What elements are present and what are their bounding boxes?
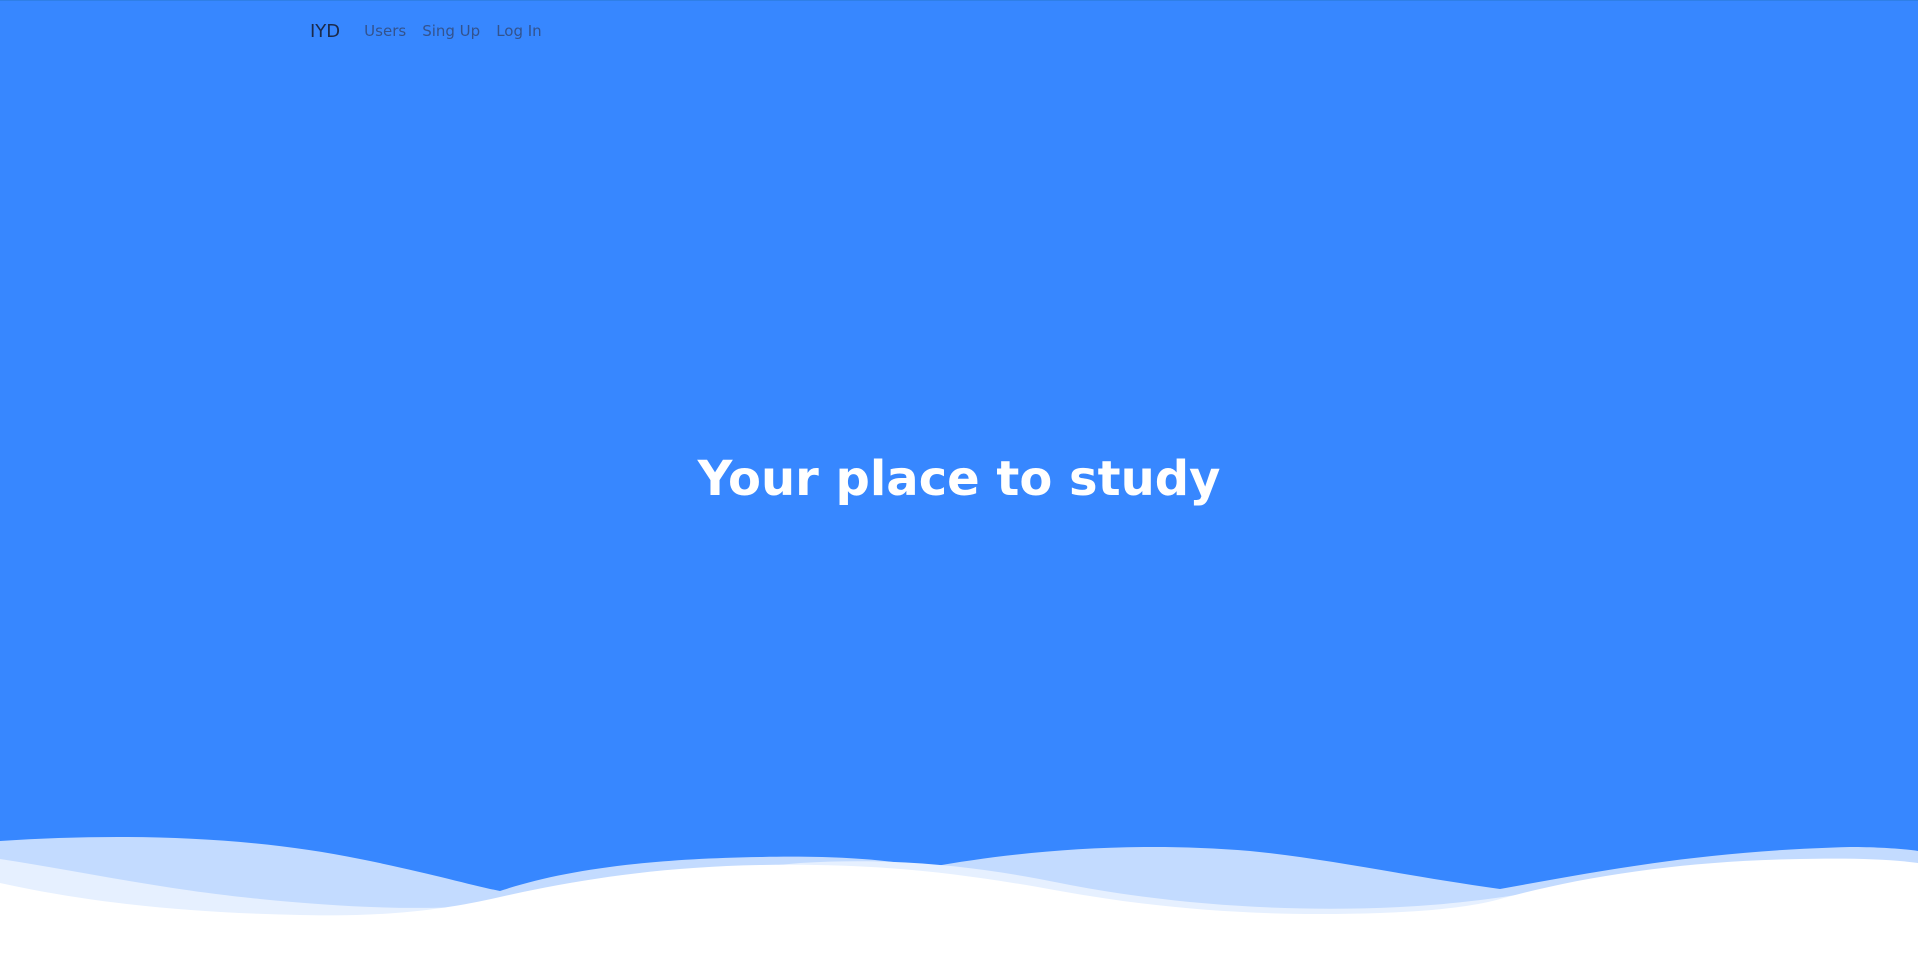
hero-headline: Your place to study [697, 451, 1221, 507]
nav-link-users[interactable]: Users [364, 22, 406, 40]
nav-link-log-in[interactable]: Log In [496, 22, 542, 40]
landing-page: IYD Users Sing Up Log In Your place to s… [0, 0, 1918, 954]
nav-link-sign-up[interactable]: Sing Up [422, 22, 480, 40]
decorative-waves [0, 837, 1918, 954]
brand-logo-link[interactable]: IYD [310, 21, 340, 42]
hero-section: IYD Users Sing Up Log In Your place to s… [0, 0, 1918, 954]
top-navbar: IYD Users Sing Up Log In [310, 19, 558, 43]
